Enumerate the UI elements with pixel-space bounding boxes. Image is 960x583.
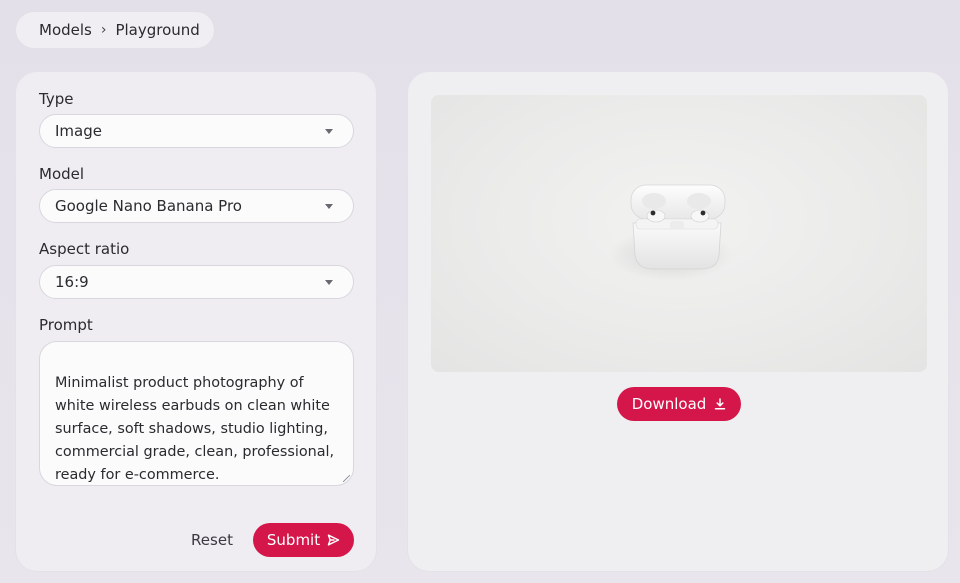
earbuds-case-image <box>609 184 733 281</box>
breadcrumb-separator: › <box>100 22 107 38</box>
resize-handle-icon[interactable] <box>343 475 350 482</box>
download-button-label: Download <box>631 395 707 413</box>
send-icon <box>327 534 340 546</box>
prompt-text: Minimalist product photography of white … <box>55 375 335 483</box>
settings-panel: Type Image Model Google Nano Banana Pro … <box>15 71 377 572</box>
download-button[interactable]: Download <box>617 387 741 421</box>
submit-button-label: Submit <box>266 531 321 549</box>
breadcrumb-item-playground: Playground <box>115 21 200 39</box>
type-select-value: Image <box>55 122 102 140</box>
download-icon <box>714 398 726 410</box>
model-label: Model <box>39 165 85 183</box>
chevron-down-icon <box>325 280 333 285</box>
model-select-value: Google Nano Banana Pro <box>55 197 242 215</box>
aspect-ratio-select-value: 16:9 <box>55 273 89 291</box>
model-select[interactable]: Google Nano Banana Pro <box>39 189 354 223</box>
chevron-down-icon <box>325 204 333 209</box>
aspect-ratio-select[interactable]: 16:9 <box>39 265 354 299</box>
aspect-ratio-label: Aspect ratio <box>39 240 130 258</box>
reset-button-label: Reset <box>191 531 233 549</box>
result-panel: Download <box>407 71 949 572</box>
prompt-label: Prompt <box>39 316 93 334</box>
prompt-textarea[interactable]: Minimalist product photography of white … <box>39 341 354 486</box>
reset-button[interactable]: Reset <box>186 523 238 557</box>
chevron-down-icon <box>325 129 333 134</box>
type-label: Type <box>39 90 74 108</box>
breadcrumb: Models › Playground <box>15 11 215 49</box>
generated-image <box>431 95 927 372</box>
breadcrumb-item-models[interactable]: Models <box>39 21 92 39</box>
submit-button[interactable]: Submit <box>253 523 354 557</box>
type-select[interactable]: Image <box>39 114 354 148</box>
